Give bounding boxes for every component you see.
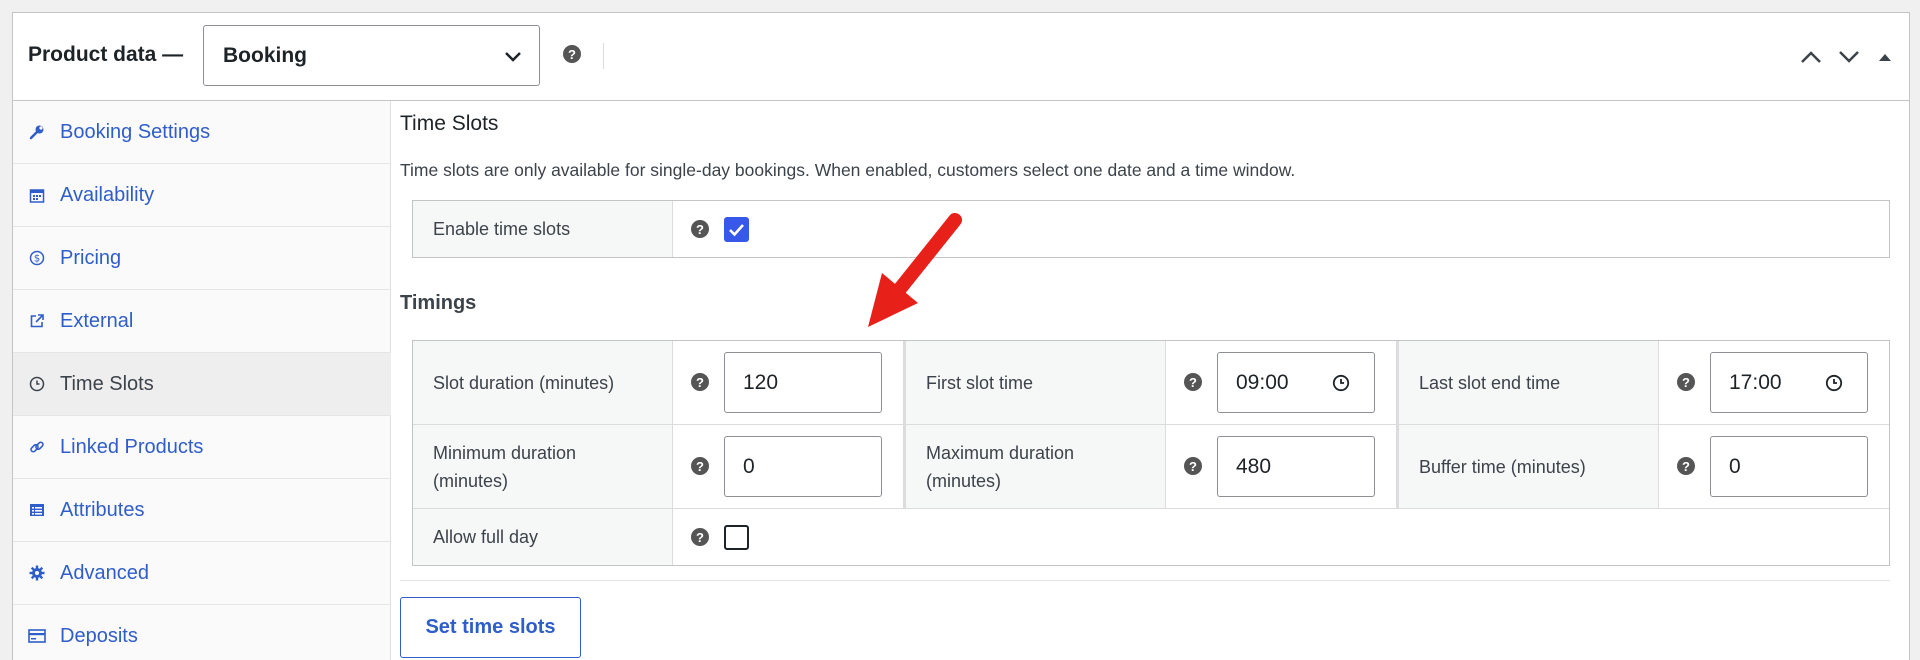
help-icon[interactable]: ? (691, 220, 709, 238)
tab-label: Advanced (60, 561, 149, 584)
tab-label: Time Slots (60, 372, 154, 395)
tab-label: Attributes (60, 498, 145, 521)
first-slot-label: First slot time (906, 341, 1166, 424)
help-icon[interactable]: ? (563, 45, 581, 63)
tab-deposits[interactable]: Deposits (13, 605, 391, 660)
header-divider (603, 43, 604, 69)
help-icon[interactable]: ? (1184, 457, 1202, 475)
product-data-header: Product data — Booking ? (13, 13, 1909, 101)
help-icon[interactable]: ? (1677, 373, 1695, 391)
buffer-time-label: Buffer time (minutes) (1399, 425, 1659, 508)
section-title: Time Slots (400, 112, 499, 135)
help-icon[interactable]: ? (691, 457, 709, 475)
link-icon (28, 438, 46, 456)
tab-external[interactable]: External (13, 290, 391, 353)
collapse-toggle-icon[interactable] (1871, 43, 1899, 71)
gear-icon (28, 564, 46, 582)
enable-time-slots-label: Enable time slots (413, 201, 673, 257)
list-icon (28, 501, 46, 519)
tab-label: Pricing (60, 246, 122, 269)
external-link-icon (28, 312, 46, 330)
min-duration-input[interactable]: 0 (724, 436, 882, 497)
slot-duration-label: Slot duration (minutes) (413, 341, 673, 424)
tab-label: Linked Products (60, 435, 204, 458)
min-duration-label-line1: Minimum duration (433, 442, 577, 463)
checkmark-icon (729, 223, 744, 236)
dollar-icon: $ (28, 249, 46, 267)
card-icon (28, 627, 46, 645)
column-divider (903, 341, 906, 508)
tab-advanced[interactable]: Advanced (13, 542, 391, 605)
max-duration-label: Maximum duration (minutes) (906, 425, 1166, 508)
help-icon[interactable]: ? (691, 528, 709, 546)
section-description: Time slots are only available for single… (400, 160, 1296, 180)
set-time-slots-button[interactable]: Set time slots (400, 597, 581, 658)
product-type-value: Booking (223, 44, 307, 67)
max-duration-input[interactable]: 480 (1217, 436, 1375, 497)
tab-availability[interactable]: Availability (13, 164, 391, 227)
max-duration-label-line2: (minutes) (926, 470, 1002, 491)
min-duration-label-line2: (minutes) (433, 470, 509, 491)
buffer-time-input[interactable]: 0 (1710, 436, 1868, 497)
row-divider (413, 424, 1889, 425)
svg-text:$: $ (34, 254, 40, 265)
tab-booking-settings[interactable]: Booking Settings (13, 101, 391, 164)
product-data-title: Product data — (28, 43, 184, 66)
column-divider (1396, 341, 1399, 508)
allow-full-day-checkbox[interactable] (724, 525, 749, 550)
help-icon[interactable]: ? (1184, 373, 1202, 391)
clock-icon[interactable] (1825, 374, 1843, 392)
first-slot-time-input[interactable]: 09:00 (1217, 352, 1375, 413)
tab-label: External (60, 309, 134, 332)
tab-attributes[interactable]: Attributes (13, 479, 391, 542)
allow-full-day-label: Allow full day (413, 509, 673, 565)
tab-label: Booking Settings (60, 120, 211, 143)
clock-icon[interactable] (1332, 374, 1350, 392)
tab-time-slots[interactable]: Time Slots (13, 353, 391, 416)
move-down-icon[interactable] (1835, 43, 1863, 71)
timings-table: Slot duration (minutes) First slot time … (412, 340, 1890, 566)
enable-time-slots-checkbox[interactable] (724, 217, 749, 242)
first-slot-time-value: 09:00 (1236, 370, 1289, 394)
tab-label: Deposits (60, 624, 138, 647)
clock-icon (28, 375, 46, 393)
max-duration-label-line1: Maximum duration (926, 442, 1075, 463)
product-type-select[interactable]: Booking (203, 25, 540, 86)
red-arrow-annotation (868, 213, 962, 327)
slot-duration-input[interactable]: 120 (724, 352, 882, 413)
tab-label: Availability (60, 183, 155, 206)
last-slot-label: Last slot end time (1399, 341, 1659, 424)
row-divider (413, 508, 1889, 509)
enable-time-slots-row: Enable time slots ? (412, 200, 1890, 258)
timings-heading: Timings (400, 292, 477, 314)
help-icon[interactable]: ? (1677, 457, 1695, 475)
wrench-icon (28, 123, 46, 141)
chevron-down-icon (505, 52, 521, 62)
tab-linked-products[interactable]: Linked Products (13, 416, 391, 479)
help-icon[interactable]: ? (691, 373, 709, 391)
last-slot-end-time-input[interactable]: 17:00 (1710, 352, 1868, 413)
last-slot-end-time-value: 17:00 (1729, 370, 1782, 394)
calendar-icon (28, 186, 46, 204)
product-data-tabs: Booking Settings Availability $ Pricing … (13, 101, 391, 660)
tab-pricing[interactable]: $ Pricing (13, 227, 391, 290)
min-duration-label: Minimum duration (minutes) (413, 425, 673, 508)
move-up-icon[interactable] (1797, 43, 1825, 71)
section-divider (400, 580, 1890, 581)
